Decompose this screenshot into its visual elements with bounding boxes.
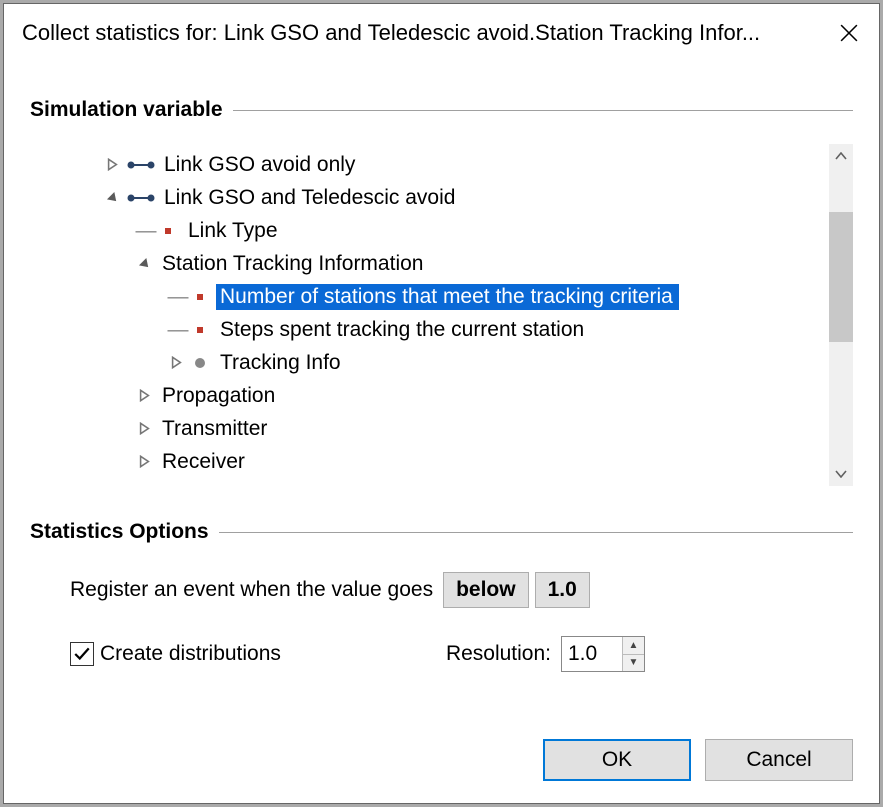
scroll-up-icon[interactable] [829, 144, 853, 168]
bullet-icon [158, 228, 178, 234]
scrollbar-thumb[interactable] [829, 212, 853, 342]
tree-connector-icon: — [166, 285, 190, 309]
dialog-title: Collect statistics for: Link GSO and Tel… [22, 20, 819, 46]
expander-icon[interactable] [102, 188, 122, 208]
tree-container: Link GSO avoid only Link GSO and Teledes… [70, 144, 853, 486]
titlebar: Collect statistics for: Link GSO and Tel… [4, 4, 879, 62]
node-label: Tracking Info [216, 350, 347, 376]
cancel-button[interactable]: Cancel [705, 739, 853, 781]
tree-row[interactable]: — Link Type [70, 214, 829, 247]
ok-button[interactable]: OK [543, 739, 691, 781]
tree-row[interactable]: — Steps spent tracking the current stati… [70, 313, 829, 346]
tree-row[interactable]: Transmitter [70, 412, 829, 445]
tree-row[interactable]: Link GSO and Teledescic avoid [70, 181, 829, 214]
resolution-wrap: Resolution: ▲ ▼ [446, 636, 645, 672]
node-label: Link Type [184, 218, 284, 244]
spinner-up-button[interactable]: ▲ [623, 637, 644, 654]
simulation-tree[interactable]: Link GSO avoid only Link GSO and Teledes… [70, 144, 829, 486]
expander-icon[interactable] [134, 419, 154, 439]
direction-toggle[interactable]: below [443, 572, 529, 608]
node-label: Receiver [158, 449, 251, 475]
tree-connector-icon: — [166, 318, 190, 342]
resolution-spinner: ▲ ▼ [561, 636, 645, 672]
create-distributions-label: Create distributions [100, 642, 281, 666]
tree-row[interactable]: Receiver [70, 445, 829, 478]
resolution-label: Resolution: [446, 642, 551, 666]
group-simulation-variable: Simulation variable [30, 98, 853, 122]
options-body: Register an event when the value goes be… [30, 552, 853, 672]
expander-icon[interactable] [134, 386, 154, 406]
group-label: Simulation variable [30, 98, 233, 122]
tree-scrollbar[interactable] [829, 144, 853, 486]
scroll-down-icon[interactable] [829, 462, 853, 486]
spinner-down-button[interactable]: ▼ [623, 654, 644, 672]
expander-icon[interactable] [166, 353, 186, 373]
node-label: Propagation [158, 383, 281, 409]
dialog-footer: OK Cancel [543, 739, 853, 781]
distributions-row: Create distributions Resolution: ▲ ▼ [70, 636, 845, 672]
dialog-content: Simulation variable Link GSO avoid only … [4, 62, 879, 672]
link-icon [126, 188, 156, 208]
bullet-icon [190, 327, 210, 333]
tree-row[interactable]: — Number of stations that meet the track… [70, 280, 829, 313]
tree-connector-icon: — [134, 219, 158, 243]
tree-row[interactable]: Tracking Info [70, 346, 829, 379]
resolution-input[interactable] [562, 637, 622, 671]
close-icon [840, 24, 858, 42]
expander-icon[interactable] [102, 155, 122, 175]
separator [219, 532, 853, 533]
expander-icon[interactable] [134, 254, 154, 274]
register-event-row: Register an event when the value goes be… [70, 572, 845, 608]
close-button[interactable] [819, 4, 879, 62]
node-label: Transmitter [158, 416, 273, 442]
tree-row[interactable]: Station Tracking Information [70, 247, 829, 280]
node-label: Link GSO and Teledescic avoid [160, 185, 461, 211]
bullet-icon [190, 294, 210, 300]
separator [233, 110, 853, 111]
tree-row[interactable]: Propagation [70, 379, 829, 412]
create-distributions-checkbox[interactable] [70, 642, 94, 666]
register-event-label: Register an event when the value goes [70, 578, 433, 602]
node-label-selected: Number of stations that meet the trackin… [216, 284, 679, 310]
check-icon [73, 645, 91, 663]
link-icon [126, 155, 156, 175]
node-label: Station Tracking Information [158, 251, 429, 277]
bullet-icon [190, 358, 210, 368]
node-label: Steps spent tracking the current station [216, 317, 590, 343]
expander-icon[interactable] [134, 452, 154, 472]
node-label: Link GSO avoid only [160, 152, 361, 178]
group-label: Statistics Options [30, 520, 219, 544]
group-statistics-options: Statistics Options [30, 520, 853, 544]
dialog-window: Collect statistics for: Link GSO and Tel… [3, 3, 880, 804]
tree-row[interactable]: Link GSO avoid only [70, 148, 829, 181]
threshold-toggle[interactable]: 1.0 [535, 572, 590, 608]
